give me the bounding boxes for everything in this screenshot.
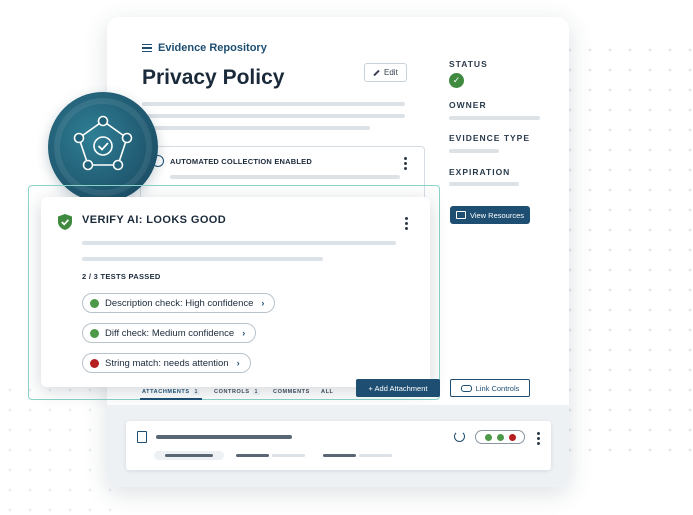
check-pill-description[interactable]: Description check: High confidence ›	[82, 293, 276, 313]
status-dot	[484, 433, 492, 441]
check-pill-string-match[interactable]: String match: needs attention ›	[82, 353, 251, 373]
automated-collection-label: AUTOMATED COLLECTION ENABLED	[170, 157, 312, 166]
tab-count: 1	[192, 389, 201, 395]
check-icon: ✓	[449, 73, 464, 88]
check-label: String match: needs attention	[105, 357, 229, 369]
status-label: STATUS	[449, 59, 488, 69]
status-dot	[508, 433, 516, 441]
owner-label: OWNER	[449, 100, 487, 110]
view-resources-label: View Resources	[469, 210, 525, 220]
description-line	[142, 102, 405, 106]
link-controls-button[interactable]: Link Controls	[450, 379, 530, 397]
add-attachment-button[interactable]: + Add Attachment	[356, 379, 440, 397]
evidence-type-value-line	[449, 149, 499, 153]
row-meta-line	[359, 454, 392, 457]
row-meta-line	[165, 454, 213, 457]
row-status-indicators	[475, 430, 525, 444]
description-line	[142, 114, 405, 118]
status-dot	[496, 433, 504, 441]
chevron-right-icon: ›	[261, 298, 265, 308]
pencil-icon	[373, 69, 380, 76]
verify-ai-title: VERIFY AI: LOOKS GOOD	[82, 214, 227, 226]
dot-pattern-left	[0, 380, 120, 515]
tab-attachments[interactable]: ATTACHMENTS 1	[142, 389, 201, 395]
active-tab-indicator	[140, 398, 202, 400]
check-label: Diff check: Medium confidence	[105, 327, 235, 339]
expiration-value-line	[449, 182, 519, 186]
dot-pattern-right	[560, 40, 693, 460]
tab-label: COMMENTS	[273, 389, 310, 395]
status-dot	[90, 358, 99, 368]
tab-label: ATTACHMENTS	[142, 389, 190, 395]
link-controls-label: Link Controls	[475, 383, 520, 393]
chevron-right-icon: ›	[242, 328, 246, 338]
edit-button[interactable]: Edit	[364, 63, 407, 82]
expiration-label: EXPIRATION	[449, 167, 511, 177]
refresh-icon[interactable]	[454, 431, 465, 442]
verify-summary-line	[82, 241, 396, 245]
more-options-icon[interactable]	[405, 217, 408, 232]
row-meta-line	[323, 454, 356, 457]
evidence-type-label: EVIDENCE TYPE	[449, 133, 531, 143]
tab-all[interactable]: ALL	[321, 389, 334, 395]
row-title-line	[156, 435, 292, 439]
description-line	[142, 126, 370, 130]
tab-controls[interactable]: CONTROLS 1	[214, 389, 261, 395]
breadcrumb[interactable]: Evidence Repository	[142, 42, 267, 54]
shield-check-icon	[58, 214, 72, 230]
row-meta-line	[236, 454, 269, 457]
edit-button-label: Edit	[384, 68, 398, 77]
owner-value-line	[449, 116, 540, 120]
tab-comments[interactable]: COMMENTS	[273, 389, 310, 395]
breadcrumb-label: Evidence Repository	[158, 42, 267, 54]
tests-passed-count: 2 / 3 TESTS PASSED	[82, 272, 161, 281]
view-resources-button[interactable]: View Resources	[450, 206, 530, 224]
link-icon	[460, 384, 472, 392]
evidence-row[interactable]	[126, 421, 551, 470]
page-title: Privacy Policy	[142, 66, 285, 89]
check-label: Description check: High confidence	[105, 297, 254, 309]
document-icon	[137, 431, 147, 443]
automated-line	[170, 175, 400, 179]
check-pill-diff[interactable]: Diff check: Medium confidence ›	[82, 323, 257, 343]
chevron-right-icon: ›	[236, 358, 240, 368]
more-options-icon[interactable]	[537, 432, 540, 447]
tab-label: CONTROLS	[214, 389, 250, 395]
tab-count: 1	[252, 389, 261, 395]
more-options-icon[interactable]	[404, 157, 407, 172]
status-dot	[90, 328, 99, 338]
row-meta-line	[272, 454, 305, 457]
tab-label: ALL	[321, 389, 334, 395]
folder-icon	[455, 211, 466, 219]
list-icon	[142, 43, 152, 53]
status-dot	[90, 298, 99, 308]
verify-summary-line	[82, 257, 323, 261]
